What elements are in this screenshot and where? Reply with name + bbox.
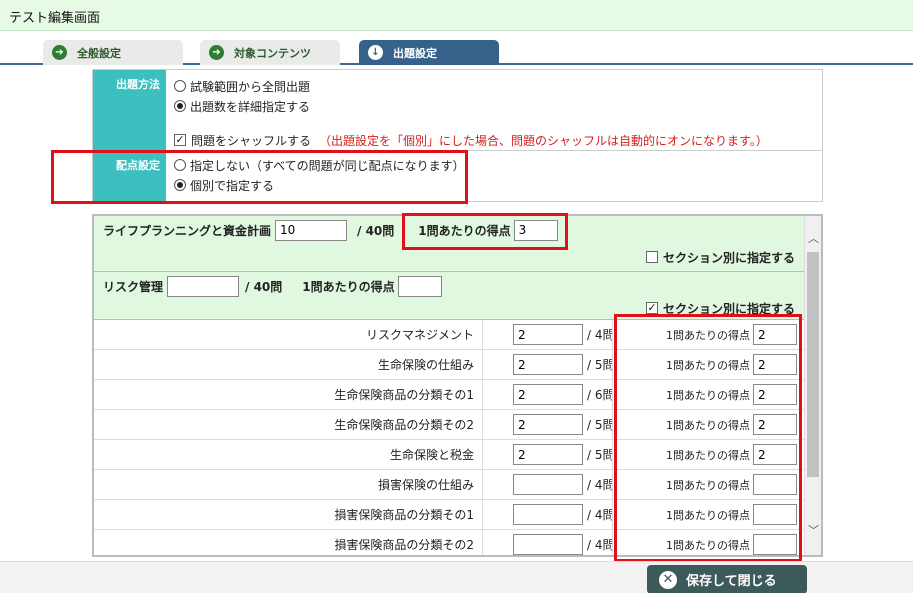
section-toggle[interactable]: セクション別に指定する xyxy=(645,244,805,270)
close-icon: ✕ xyxy=(659,570,677,589)
section-count-input[interactable] xyxy=(513,354,583,375)
arrow-right-icon: ➔ xyxy=(209,45,224,60)
section-count-input[interactable] xyxy=(513,534,583,555)
section-count-input[interactable] xyxy=(513,324,583,345)
group-count-input[interactable] xyxy=(167,275,240,297)
tab-label: 対象コンテンツ xyxy=(234,46,311,60)
highlight-group-points xyxy=(402,213,568,250)
group-total: / 40問 xyxy=(357,223,395,238)
question-method-row: 出題方法 試験範囲から全問出題 出題数を詳細指定する ✓ 問題をシャッフルする … xyxy=(93,70,822,151)
shuffle-checkbox-line[interactable]: ✓ 問題をシャッフルする （出題設定を「個別」にした場合、問題のシャッフルは自動… xyxy=(174,130,814,150)
chevron-down-icon[interactable]: ﹀ xyxy=(805,522,821,540)
vertical-scrollbar[interactable]: ︿ ﹀ xyxy=(804,216,821,555)
radio-circle[interactable] xyxy=(174,100,186,112)
section-checkbox[interactable]: ✓ xyxy=(645,302,658,314)
question-method-label: 出題方法 xyxy=(93,70,166,150)
radio-all-questions[interactable]: 試験範囲から全問出題 xyxy=(174,76,814,96)
title-bar: テスト編集画面 xyxy=(0,0,913,31)
section-count-input[interactable] xyxy=(513,444,583,465)
footer-bar: ✕ 保存して閉じる xyxy=(0,561,913,593)
group-points-input[interactable] xyxy=(397,275,442,297)
save-close-button[interactable]: ✕ 保存して閉じる xyxy=(647,565,807,593)
group-name: ライフプランニングと資金計画 xyxy=(103,223,272,238)
scrollbar-thumb[interactable] xyxy=(807,252,819,477)
section-count-input[interactable] xyxy=(513,504,583,525)
tab-bar: ➔ 全般設定 ➔ 対象コンテンツ ↓ 出題設定 xyxy=(0,32,913,65)
tab-label: 全般設定 xyxy=(77,46,121,60)
group-count-input[interactable] xyxy=(275,219,348,241)
section-count-input[interactable] xyxy=(513,474,583,495)
tab-question-settings[interactable]: ↓ 出題設定 xyxy=(359,40,499,65)
group-total: / 40問 xyxy=(245,279,283,294)
section-checkbox[interactable] xyxy=(645,251,658,263)
chevron-up-icon[interactable]: ︿ xyxy=(805,230,821,248)
points-label: 1問あたりの得点 xyxy=(302,279,395,294)
radio-circle[interactable] xyxy=(174,80,186,92)
arrow-right-icon: ➔ xyxy=(52,45,67,60)
tab-target-content[interactable]: ➔ 対象コンテンツ xyxy=(200,40,340,65)
group-name: リスク管理 xyxy=(103,279,164,294)
highlight-section-points xyxy=(614,314,802,562)
tab-general-settings[interactable]: ➔ 全般設定 xyxy=(43,40,183,65)
highlight-score-setting xyxy=(51,150,468,204)
shuffle-checkbox[interactable]: ✓ xyxy=(174,134,186,146)
section-count-input[interactable] xyxy=(513,384,583,405)
section-count-input[interactable] xyxy=(513,414,583,435)
tab-label: 出題設定 xyxy=(393,46,437,60)
window-title: テスト編集画面 xyxy=(9,11,101,26)
group-risk-management: リスク管理 / 40問 1問あたりの得点 ✓ セクション別に指定する xyxy=(94,272,805,320)
shuffle-note: （出題設定を「個別」にした場合、問題のシャッフルは自動的にオンになります。） xyxy=(319,133,768,148)
arrow-down-icon: ↓ xyxy=(368,45,383,60)
radio-detail-count[interactable]: 出題数を詳細指定する xyxy=(174,96,814,116)
